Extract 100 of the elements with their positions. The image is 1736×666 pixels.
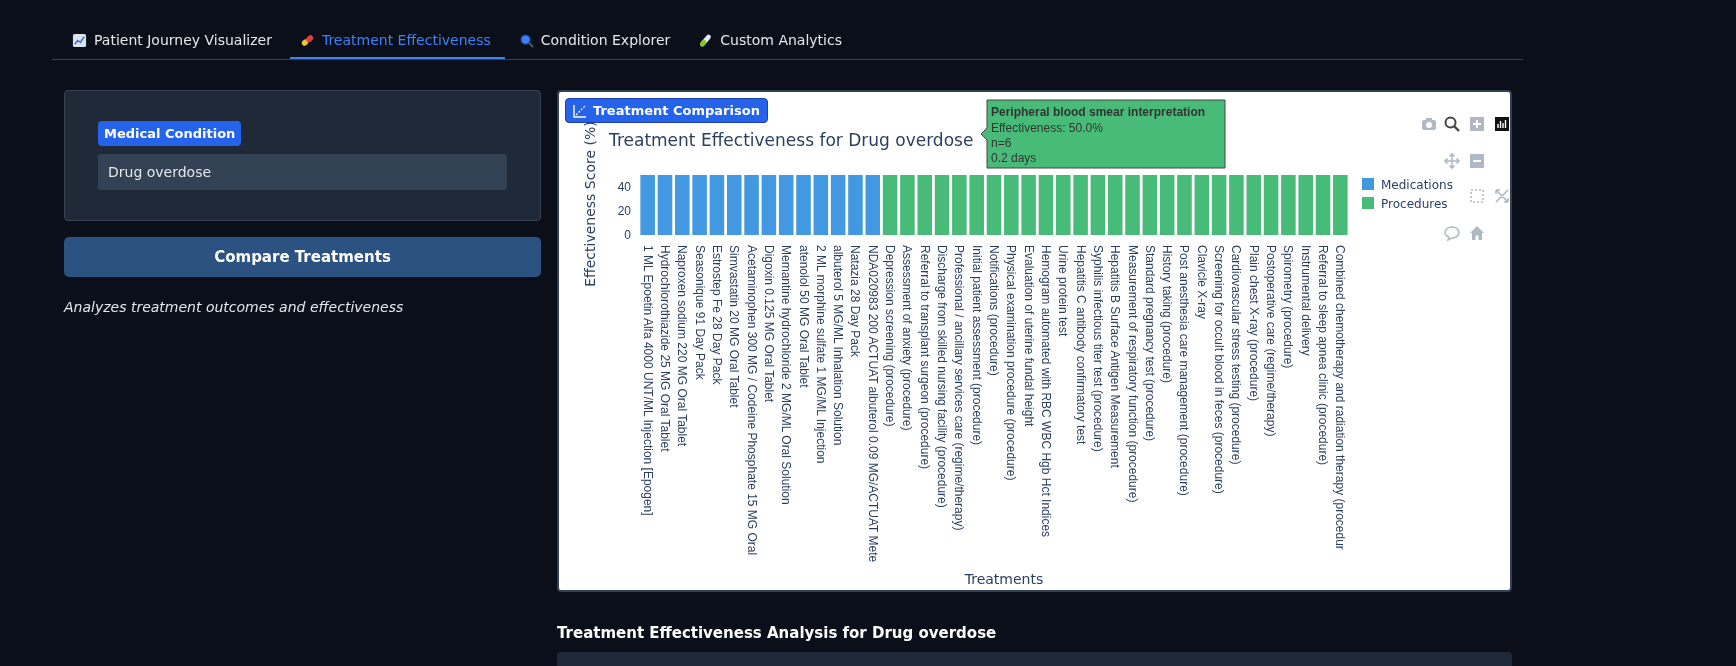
camera-icon[interactable] bbox=[1422, 118, 1436, 130]
bar bbox=[952, 175, 967, 235]
bar bbox=[1177, 175, 1192, 235]
category-label: Urine protein test bbox=[1056, 245, 1071, 337]
tick-label: 40 bbox=[617, 180, 631, 194]
chart-icon bbox=[72, 32, 87, 48]
bar bbox=[657, 175, 673, 235]
category-label: Assessment of anxiety (procedure) bbox=[900, 245, 915, 431]
tooltip-text: 0.2 days bbox=[991, 151, 1037, 165]
category-label: Referral to sleep apnea clinic (procedure) bbox=[1316, 245, 1330, 466]
tick-label: 0 bbox=[624, 228, 631, 242]
section-heading: Treatment Effectiveness Analysis for Drug overdose bbox=[557, 624, 998, 642]
category-label: Depression screening (procedure) bbox=[883, 245, 898, 427]
category-label: Physical examination procedure (procedure) bbox=[1004, 245, 1019, 481]
dotted-square-icon[interactable] bbox=[1470, 189, 1484, 203]
category-label: albuterol 5 MG/ML Inhalation Solution bbox=[831, 245, 846, 446]
category-label: Hydrochlorothiazide 25 MG Oral Tablet bbox=[658, 245, 672, 452]
axis-title: Effectiveness Score (%) bbox=[582, 121, 598, 287]
bar bbox=[830, 175, 846, 235]
category-label: Screening for occult blood in feces (procedure) bbox=[1212, 245, 1227, 494]
bar bbox=[865, 175, 881, 235]
category-label: Professional / ancillary services care (regime/therapy) bbox=[952, 245, 967, 531]
category-label: Spirometry (procedure) bbox=[1281, 245, 1296, 369]
move-icon[interactable] bbox=[1443, 152, 1461, 170]
bar bbox=[1073, 175, 1088, 235]
category-label: atenolol 50 MG Oral Tablet bbox=[796, 245, 811, 388]
category-label: NDA020983 200 ACTUAT albuterol 0.09 MG/ACTUAT Mete bbox=[865, 245, 880, 563]
bar bbox=[1263, 175, 1279, 235]
bar bbox=[1107, 175, 1123, 235]
category-label: Hepatitis B Surface Antigen Measurement bbox=[1108, 245, 1123, 468]
category-label: Evaluation of uterine fundal height bbox=[1021, 245, 1036, 427]
category-label: Simvastatin 20 MG Oral Tablet bbox=[727, 245, 742, 408]
category-label: Hepatitis C antibody confirmatory test bbox=[1073, 245, 1088, 445]
category-label: Plain chest X-ray (procedure) bbox=[1246, 245, 1261, 402]
category-label: Post anesthesia care management (procedure) bbox=[1177, 245, 1192, 496]
search-icon bbox=[518, 32, 534, 48]
bar bbox=[1298, 175, 1313, 235]
category-label: Seasonique 91 Day Pack bbox=[692, 245, 707, 380]
category-label: Clavicle X-ray bbox=[1194, 245, 1209, 319]
bar bbox=[969, 175, 984, 235]
chart-title: Treatment Effectiveness for Drug overdose bbox=[609, 130, 974, 150]
bar bbox=[761, 175, 777, 235]
axis-title: Treatments bbox=[964, 571, 1044, 587]
tab[interactable]: Condition Explorer bbox=[508, 24, 685, 59]
bar bbox=[1229, 175, 1244, 235]
bar bbox=[1038, 175, 1054, 235]
category-label: Estrostep Fe 28 Day Pack bbox=[709, 245, 724, 385]
speech-bubble-icon[interactable] bbox=[1444, 226, 1460, 241]
category-label: Measurement of respiratory function (procedure) bbox=[1125, 245, 1140, 503]
category-label: Discharge from skilled nursing facility (procedure) bbox=[935, 245, 950, 508]
expand-icon[interactable] bbox=[1495, 189, 1509, 203]
bar bbox=[1333, 175, 1348, 235]
tooltip-text: n=6 bbox=[991, 136, 1012, 150]
bar bbox=[986, 175, 1002, 235]
bar bbox=[917, 175, 932, 235]
category-label: Syphilis infectious titer test (procedure) bbox=[1090, 245, 1105, 452]
bar bbox=[796, 175, 811, 235]
bar bbox=[1246, 175, 1262, 235]
bar bbox=[1194, 175, 1210, 235]
category-label: Hemogram automated with RBC WBC Hgb Hct Indices bbox=[1038, 245, 1053, 538]
bar bbox=[1142, 175, 1158, 235]
chart-icon bbox=[573, 103, 587, 118]
bar-chart-icon[interactable] bbox=[1495, 117, 1509, 131]
bar bbox=[778, 175, 794, 235]
tooltip-text: Effectiveness: 50.0% bbox=[991, 121, 1103, 135]
category-label: Notifications (procedure) bbox=[987, 245, 1001, 376]
bar bbox=[1004, 175, 1019, 235]
legend-label: Procedures bbox=[1381, 197, 1448, 211]
legend-label: Medications bbox=[1381, 178, 1453, 192]
tab[interactable]: Patient Journey Visualizer bbox=[62, 24, 286, 59]
bar bbox=[900, 175, 915, 235]
bar bbox=[1056, 175, 1071, 235]
plus-icon[interactable] bbox=[1470, 117, 1484, 131]
bar bbox=[934, 175, 950, 235]
bar bbox=[1021, 175, 1036, 235]
tab[interactable]: Treatment Effectiveness bbox=[289, 24, 505, 59]
condition-field[interactable]: Drug overdose bbox=[98, 154, 507, 190]
category-label: Referral to transplant surgeon (procedure) bbox=[917, 245, 932, 470]
bar bbox=[1125, 175, 1140, 235]
category-label: Natazia 28 Day Pack bbox=[848, 245, 863, 358]
minus-icon[interactable] bbox=[1470, 154, 1484, 168]
bar bbox=[640, 175, 655, 235]
bar bbox=[882, 175, 898, 235]
bar bbox=[1281, 175, 1296, 235]
bar bbox=[1211, 175, 1227, 235]
bar bbox=[744, 175, 759, 235]
category-label: Acetaminophen 300 MG / Codeine Phosphate 15 MG Oral bbox=[744, 245, 759, 556]
bar bbox=[692, 175, 707, 235]
category-label: Standard pregnancy test (procedure) bbox=[1142, 245, 1157, 442]
bar bbox=[813, 175, 829, 235]
zoom-icon[interactable] bbox=[1444, 116, 1460, 132]
category-label: Initial patient assessment (procedure) bbox=[969, 245, 984, 446]
bar bbox=[1315, 175, 1331, 235]
compare-button[interactable]: Compare Treatments bbox=[64, 237, 541, 277]
bar bbox=[675, 175, 690, 235]
description-text: Analyzes treatment outcomes and effectiveness bbox=[64, 299, 405, 315]
category-label: Digoxin 0.125 MG Oral Tablet bbox=[761, 245, 776, 403]
home-icon[interactable] bbox=[1470, 226, 1484, 240]
tab[interactable]: Custom Analytics bbox=[688, 24, 856, 59]
bar bbox=[726, 175, 742, 235]
